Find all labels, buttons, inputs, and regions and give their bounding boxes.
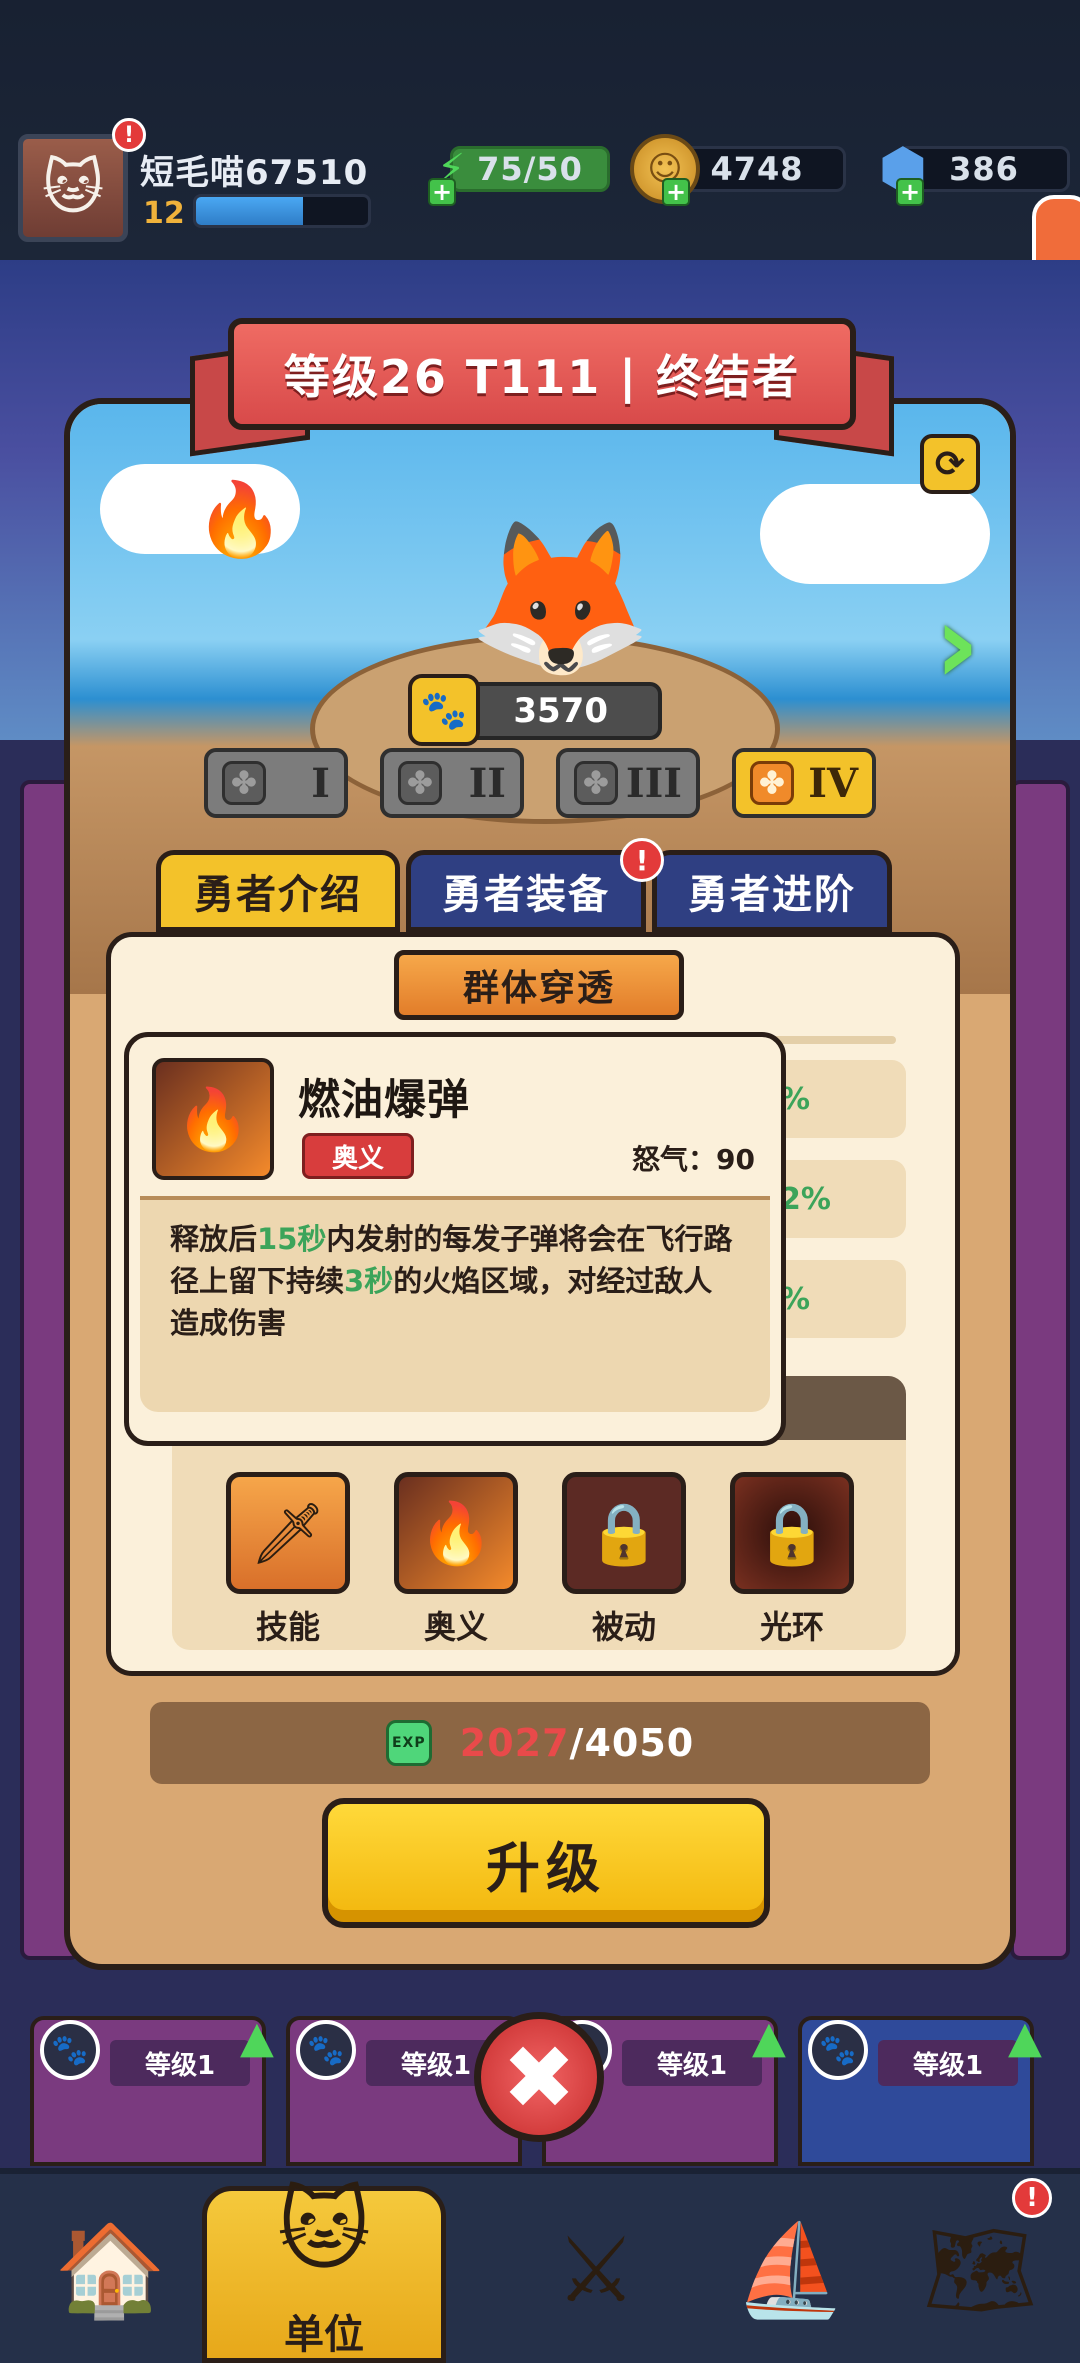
skill-label: 奥义 (423, 1608, 488, 1646)
skill-label: 光环 (759, 1608, 824, 1646)
tab-hero-advance[interactable]: 勇者进阶 (652, 850, 892, 932)
exp-current: 2027 (459, 1721, 570, 1765)
close-button[interactable]: ✖ (474, 2012, 604, 2142)
exp-separator: / (569, 1721, 585, 1765)
clover-icon: ✤ (750, 761, 794, 805)
skill-slot-skill[interactable]: 🗡 技能 (226, 1472, 350, 1648)
tier-label: II (468, 759, 506, 807)
tier-label: I (311, 759, 330, 807)
exp-gem-icon: EXP (385, 1720, 432, 1766)
nav-home-icon[interactable]: 🏠 (20, 2190, 200, 2350)
player-level: 12 (143, 196, 185, 231)
clover-icon: ✤ (398, 761, 442, 805)
map-notification-badge: ! (1012, 2178, 1052, 2218)
hero-card-level: 等级1 (878, 2040, 1018, 2086)
clover-icon: ✤ (574, 761, 618, 805)
upgrade-arrow-icon: ▲ (752, 2012, 786, 2063)
tier-label: III (625, 759, 682, 807)
fire-element-icon: 🔥 (195, 476, 285, 561)
upgrade-arrow-icon: ▲ (1008, 2012, 1042, 2063)
tier-label: IV (808, 759, 858, 807)
hero-card-level: 等级1 (110, 2040, 250, 2086)
tier-button-3[interactable]: ✤ III (556, 748, 700, 818)
add-gold-button[interactable]: + (662, 178, 690, 206)
hero-title-banner: 等级26 T111 | 终结者 (228, 318, 856, 430)
tab-hero-equipment[interactable]: 勇者装备 (406, 850, 646, 932)
nav-battle-icon[interactable]: ⚔ (506, 2190, 686, 2350)
skill-label: 技能 (255, 1608, 320, 1646)
desc-highlight: 15秒 (257, 1222, 327, 1256)
skill-slot-ultimate[interactable]: 🔥 奥义 (394, 1472, 518, 1648)
skill-slot-passive[interactable]: 🔒 被动 (562, 1472, 686, 1648)
rage-value: 90 (716, 1143, 755, 1176)
nav-units-icon: 🐱 (277, 2177, 371, 2283)
background-card (1010, 780, 1070, 1960)
flame-breath-icon: 🔥 (394, 1472, 518, 1594)
upgrade-button[interactable]: 升级 (322, 1798, 770, 1928)
tab-hero-intro[interactable]: 勇者介绍 (156, 850, 400, 932)
spear-tip-icon: 🗡 (226, 1472, 350, 1594)
skill-label: 被动 (591, 1608, 656, 1646)
player-xp-fill (196, 197, 303, 225)
tier-button-2[interactable]: ✤ II (380, 748, 524, 818)
lock-icon: 🔒 (562, 1472, 686, 1594)
equipment-notification-badge: ! (620, 838, 664, 882)
skill-name: 燃油爆弹 (298, 1075, 471, 1124)
rage-label: 怒气： (632, 1143, 717, 1176)
skill-description: 释放后15秒内发射的每发子弹将会在飞行路径上留下持续3秒的火焰区域，对经过敌人造… (140, 1200, 770, 1412)
flame-breath-icon: 🔥 (152, 1058, 274, 1180)
nav-ship-icon[interactable]: ⛵ (700, 2190, 880, 2350)
clover-icon: ✤ (222, 761, 266, 805)
upgrade-arrow-icon: ▲ (240, 2012, 274, 2063)
add-energy-button[interactable]: + (428, 178, 456, 206)
tier-button-1[interactable]: ✤ I (204, 748, 348, 818)
paw-icon: 🐾 (296, 2020, 356, 2080)
hero-trait-ribbon: 群体穿透 (394, 950, 684, 1020)
skill-slot-aura[interactable]: 🔒 光环 (730, 1472, 854, 1648)
paw-icon: 🐾 (808, 2020, 868, 2080)
next-hero-arrow[interactable]: › (922, 580, 992, 708)
player-avatar[interactable]: 🐱 (18, 134, 128, 242)
paw-icon: 🐾 (40, 2020, 100, 2080)
add-gem-button[interactable]: + (896, 178, 924, 206)
cloud (760, 484, 990, 584)
rage-cost: 怒气：90 (632, 1138, 755, 1178)
desc-text: 释放后 (170, 1222, 258, 1256)
skill-type-tag: 奥义 (302, 1133, 414, 1179)
paw-power-icon: 🐾 (408, 674, 480, 746)
player-xp-bar (193, 194, 371, 228)
hero-card-level: 等级1 (622, 2040, 762, 2086)
exp-total: 4050 (584, 1721, 695, 1765)
hero-portrait[interactable]: 🦊 (460, 484, 660, 714)
tier-button-4[interactable]: ✤ IV (732, 748, 876, 818)
lock-icon: 🔒 (730, 1472, 854, 1594)
exp-progress: EXP 2027 / 4050 (150, 1702, 930, 1784)
refresh-button[interactable]: ⟳ (920, 434, 980, 494)
desc-highlight: 3秒 (344, 1264, 394, 1298)
player-name: 短毛喵67510 (140, 153, 369, 193)
nav-units-label: 单位 (284, 2312, 364, 2358)
